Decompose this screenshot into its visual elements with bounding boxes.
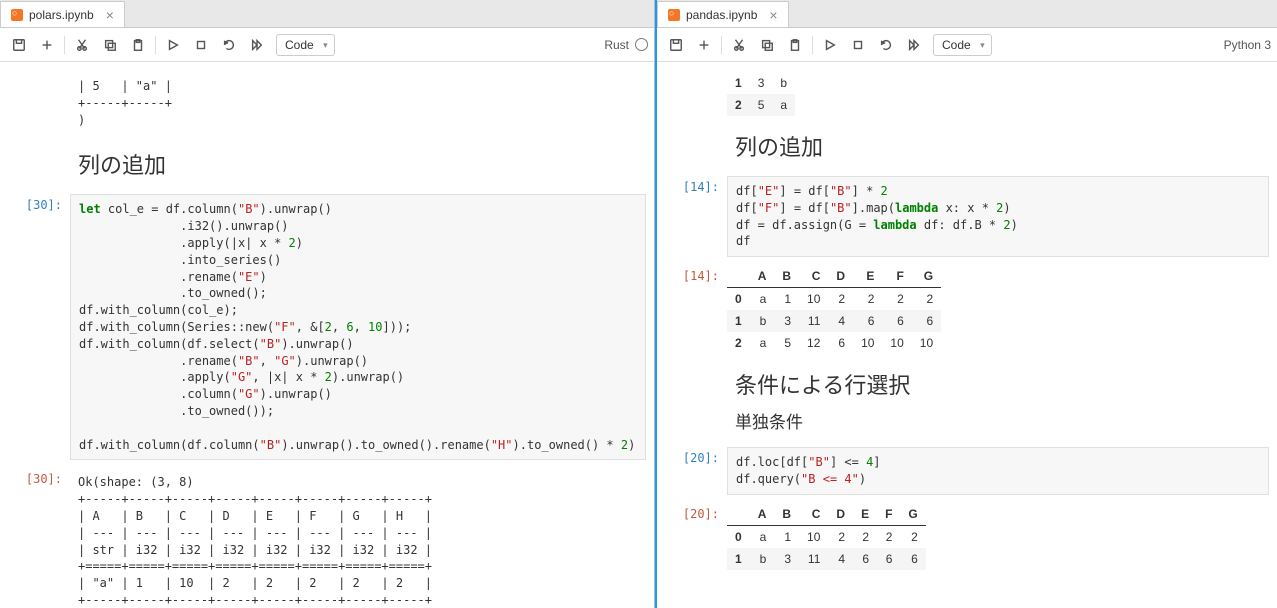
kernel-name: Python 3 — [1224, 38, 1271, 52]
output-text: | 5 | "a" | +-----+-----+ ) — [70, 72, 646, 134]
tab-label: polars.ipynb — [29, 8, 94, 22]
save-button[interactable] — [663, 32, 689, 58]
kernel-status-icon — [635, 38, 648, 51]
tab-bar: pandas.ipynb × — [657, 0, 1277, 28]
tab-bar: polars.ipynb × — [0, 0, 654, 28]
code-cell-14[interactable]: [14]: df["E"] = df["B"] * 2 df["F"] = df… — [657, 174, 1277, 259]
dataframe-table: ABCDEFG0a11022221b31146662a5126101010 — [727, 265, 941, 354]
toolbar: Code Rust — [0, 28, 654, 62]
prompt-out: [20]: — [657, 503, 727, 570]
markdown-heading[interactable]: 列の追加 — [0, 140, 654, 192]
right-notebook-pane: pandas.ipynb × Code Python 3 13b25a 列の追加 — [655, 0, 1277, 608]
tab-polars[interactable]: polars.ipynb × — [0, 1, 125, 27]
restart-button[interactable] — [873, 32, 899, 58]
prompt-in: [20]: — [657, 447, 727, 495]
tab-label: pandas.ipynb — [686, 8, 757, 22]
close-icon[interactable]: × — [106, 7, 114, 23]
notebook-content[interactable]: | 5 | "a" | +-----+-----+ ) 列の追加 [30]: l… — [0, 62, 654, 608]
code-editor[interactable]: let col_e = df.column("B").unwrap() .i32… — [70, 194, 646, 460]
run-all-button[interactable] — [901, 32, 927, 58]
run-button[interactable] — [817, 32, 843, 58]
prompt-in: [14]: — [657, 176, 727, 257]
markdown-heading-2[interactable]: 条件による行選択 単独条件 — [657, 360, 1277, 445]
left-notebook-pane: polars.ipynb × Code Rust | 5 | "a" | +--… — [0, 0, 655, 608]
celltype-dropdown[interactable]: Code — [276, 34, 335, 56]
cut-button[interactable] — [726, 32, 752, 58]
restart-button[interactable] — [216, 32, 242, 58]
dataframe-table: 13b25a — [727, 72, 795, 116]
jupyter-icon — [11, 9, 23, 21]
run-all-button[interactable] — [244, 32, 270, 58]
subheading-text: 単独条件 — [735, 408, 1261, 433]
stop-button[interactable] — [845, 32, 871, 58]
code-cell-20[interactable]: [20]: df.loc[df["B"] <= 4] df.query("B <… — [657, 445, 1277, 497]
paste-button[interactable] — [782, 32, 808, 58]
code-editor[interactable]: df.loc[df["B"] <= 4] df.query("B <= 4") — [727, 447, 1269, 495]
toolbar: Code Python 3 — [657, 28, 1277, 62]
prompt-out: [30]: — [0, 468, 70, 608]
run-button[interactable] — [160, 32, 186, 58]
kernel-indicator[interactable]: Python 3 — [1224, 38, 1271, 52]
add-cell-button[interactable] — [691, 32, 717, 58]
copy-button[interactable] — [754, 32, 780, 58]
output-cell-30: [30]: Ok(shape: (3, 8) +-----+-----+----… — [0, 466, 654, 608]
output-cell-14: [14]: ABCDEFG0a11022221b31146662a5126101… — [657, 263, 1277, 356]
save-button[interactable] — [6, 32, 32, 58]
prompt-out: [14]: — [657, 265, 727, 354]
cut-button[interactable] — [69, 32, 95, 58]
dataframe-table: ABCDEFG0a11022221b3114666 — [727, 503, 926, 570]
prompt-in: [30]: — [0, 194, 70, 460]
celltype-dropdown[interactable]: Code — [933, 34, 992, 56]
add-cell-button[interactable] — [34, 32, 60, 58]
kernel-indicator[interactable]: Rust — [604, 38, 648, 52]
kernel-name: Rust — [604, 38, 629, 52]
notebook-content[interactable]: 13b25a 列の追加 [14]: df["E"] = df["B"] * 2 … — [657, 62, 1277, 608]
stop-button[interactable] — [188, 32, 214, 58]
tab-pandas[interactable]: pandas.ipynb × — [657, 1, 789, 27]
markdown-heading[interactable]: 列の追加 — [657, 122, 1277, 174]
code-editor[interactable]: df["E"] = df["B"] * 2 df["F"] = df["B"].… — [727, 176, 1269, 257]
heading-text: 列の追加 — [78, 148, 638, 180]
copy-button[interactable] — [97, 32, 123, 58]
close-icon[interactable]: × — [769, 7, 777, 23]
paste-button[interactable] — [125, 32, 151, 58]
jupyter-icon — [668, 9, 680, 21]
heading-text: 条件による行選択 — [735, 368, 1261, 400]
prev-output-df: 13b25a — [657, 70, 1277, 118]
output-cell-20: [20]: ABCDEFG0a11022221b3114666 — [657, 501, 1277, 572]
output-text: Ok(shape: (3, 8) +-----+-----+-----+----… — [70, 468, 646, 608]
prev-output-cell: | 5 | "a" | +-----+-----+ ) — [0, 70, 654, 136]
heading-text: 列の追加 — [735, 130, 1261, 162]
code-cell-30[interactable]: [30]: let col_e = df.column("B").unwrap(… — [0, 192, 654, 462]
